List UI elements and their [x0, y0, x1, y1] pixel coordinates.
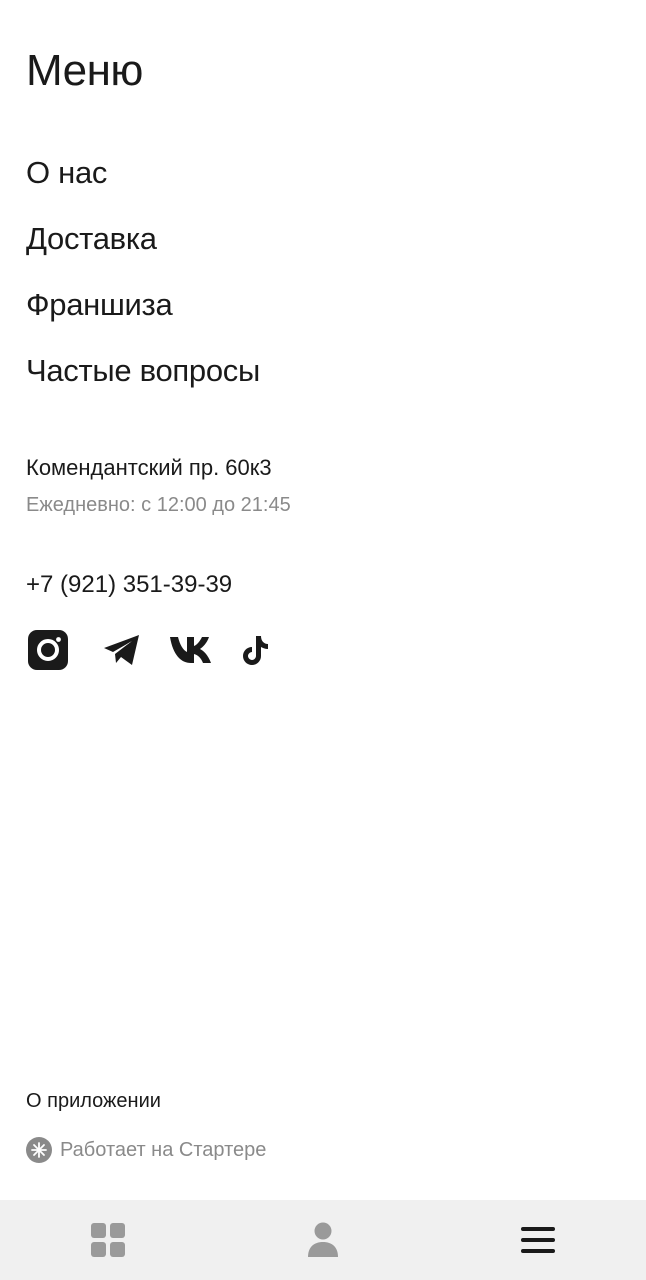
- phone-link[interactable]: +7 (921) 351-39-39: [26, 570, 232, 600]
- nav-item-delivery[interactable]: Доставка: [26, 218, 260, 284]
- tab-profile[interactable]: [215, 1200, 430, 1280]
- bottom-tab-bar: [0, 1200, 646, 1280]
- menu-icon: [521, 1227, 556, 1253]
- address-text: Комендантский пр. 60к3: [26, 455, 272, 480]
- telegram-icon: [104, 635, 139, 665]
- tab-menu[interactable]: [431, 1200, 646, 1280]
- nav-item-franchise[interactable]: Франшиза: [26, 284, 260, 350]
- menu-nav: О нас Доставка Франшиза Частые вопросы: [26, 152, 260, 416]
- social-links: [26, 628, 272, 672]
- telegram-link[interactable]: [100, 628, 144, 672]
- catalog-grid-icon: [90, 1223, 125, 1257]
- vk-link[interactable]: [168, 628, 216, 672]
- opening-hours-text: Ежедневно: с 12:00 до 21:45: [26, 494, 291, 516]
- powered-by-starter[interactable]: Работает на Стартере: [26, 1136, 266, 1164]
- tiktok-icon: [243, 636, 268, 665]
- starter-logo-icon: [26, 1137, 52, 1163]
- menu-screen: Меню О нас Доставка Франшиза Частые вопр…: [0, 0, 646, 1280]
- about-app-link[interactable]: О приложении: [26, 1088, 161, 1114]
- tab-catalog[interactable]: [0, 1200, 215, 1280]
- powered-by-label: Работает на Стартере: [60, 1138, 267, 1161]
- vk-icon: [170, 637, 211, 663]
- profile-icon: [307, 1222, 338, 1257]
- nav-item-faq[interactable]: Частые вопросы: [26, 350, 260, 416]
- instagram-icon: [28, 630, 68, 670]
- page-title: Меню: [26, 46, 143, 95]
- tiktok-link[interactable]: [238, 628, 272, 672]
- instagram-link[interactable]: [26, 628, 70, 672]
- nav-item-about[interactable]: О нас: [26, 152, 260, 218]
